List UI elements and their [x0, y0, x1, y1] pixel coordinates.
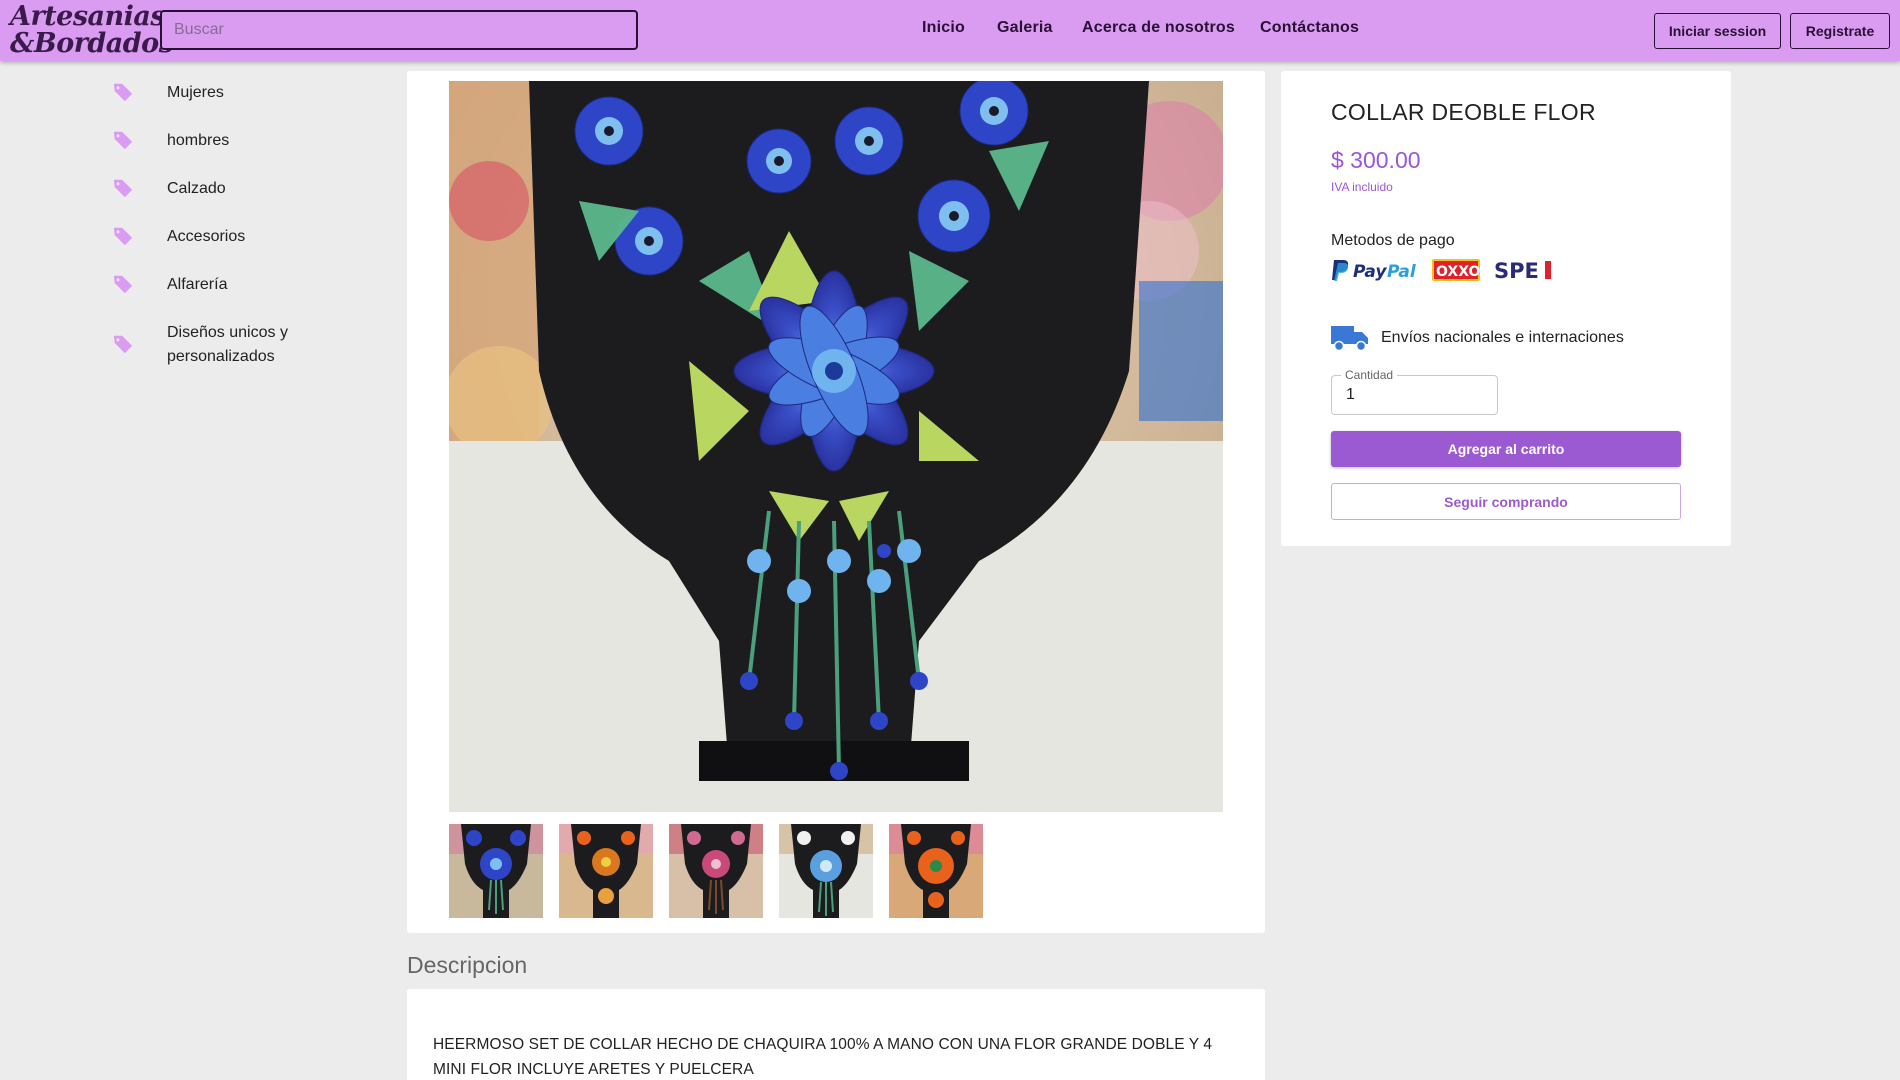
logo-line-1: Artesanias	[10, 1, 166, 32]
quantity-label: Cantidad	[1341, 368, 1398, 382]
register-button[interactable]: Registrate	[1790, 13, 1890, 49]
add-to-cart-button[interactable]: Agregar al carrito	[1331, 431, 1681, 467]
payment-logos: Pay Pal OXXO SPE	[1331, 256, 1561, 284]
thumb-orange-necklace	[559, 824, 653, 918]
product-price: $ 300.00	[1331, 147, 1421, 173]
sidebar-item-disenos[interactable]: Diseños unicos y personalizados	[110, 324, 288, 365]
login-button[interactable]: Iniciar session	[1654, 13, 1781, 49]
sidebar-item-hombres[interactable]: hombres	[110, 129, 229, 151]
sidebar-item-label: hombres	[167, 132, 230, 149]
svg-text:Pay: Pay	[1353, 262, 1387, 282]
product-main-image[interactable]	[449, 81, 1223, 812]
sidebar-item-label: Calzado	[167, 180, 226, 197]
thumbnail-4[interactable]	[779, 824, 873, 918]
tag-icon	[113, 131, 133, 150]
shipping-truck-icon	[1331, 326, 1368, 352]
svg-text:SPE: SPE	[1494, 259, 1539, 283]
sidebar-item-label: Mujeres	[167, 84, 224, 101]
sidebar-item-label: Accesorios	[167, 228, 246, 245]
thumbnail-3[interactable]	[669, 824, 763, 918]
brand-logo[interactable]: Artesanias &Bordados	[10, 3, 174, 58]
svg-text:OXXO: OXXO	[1436, 264, 1480, 280]
description-text: HEERMOSO SET DE COLLAR HECHO DE CHAQUIRA…	[433, 1036, 1213, 1078]
sidebar-item-calzado[interactable]: Calzado	[110, 177, 226, 199]
tag-icon	[113, 179, 133, 198]
top-app-bar: Artesanias &Bordados Inicio Galeria Acer…	[0, 0, 1900, 61]
logo-line-2: &Bordados	[10, 28, 174, 59]
sidebar-item-accesorios[interactable]: Accesorios	[110, 225, 245, 247]
paypal-oxxo-spei-icon: Pay Pal OXXO SPE	[1332, 259, 1551, 283]
necklace-photo	[449, 81, 1223, 812]
thumbnail-5[interactable]	[889, 824, 983, 918]
nav-inicio[interactable]: Inicio	[922, 19, 965, 37]
tag-icon	[113, 275, 133, 294]
thumb-blue-necklace	[449, 824, 543, 918]
payment-methods-title: Metodos de pago	[1331, 232, 1455, 249]
thumbnail-1[interactable]	[449, 824, 543, 918]
shipping-text: Envíos nacionales e internaciones	[1381, 329, 1624, 346]
sidebar-item-label: Diseños unicos y personalizados	[167, 324, 288, 365]
thumb-orange-flower-necklace	[889, 824, 983, 918]
nav-galeria[interactable]: Galeria	[997, 19, 1053, 37]
product-info-card	[1281, 71, 1731, 546]
description-title: Descripcion	[407, 952, 528, 978]
nav-contactanos[interactable]: Contáctanos	[1260, 19, 1359, 37]
tag-icon	[113, 335, 133, 354]
tag-icon	[113, 227, 133, 246]
product-title: COLLAR DEOBLE FLOR	[1331, 99, 1596, 125]
tax-note: IVA incluido	[1331, 180, 1393, 194]
thumbnail-2[interactable]	[559, 824, 653, 918]
continue-shopping-button[interactable]: Seguir comprando	[1331, 483, 1681, 520]
sidebar-item-label: Alfarería	[167, 276, 228, 293]
thumb-lightblue-necklace	[779, 824, 873, 918]
nav-acerca[interactable]: Acerca de nosotros	[1082, 19, 1235, 37]
svg-text:Pal: Pal	[1387, 262, 1417, 282]
sidebar-item-mujeres[interactable]: Mujeres	[110, 81, 224, 103]
sidebar-item-alfareria[interactable]: Alfarería	[110, 273, 227, 295]
thumb-pink-necklace	[669, 824, 763, 918]
tag-icon	[113, 83, 133, 102]
search-input[interactable]	[160, 10, 638, 50]
